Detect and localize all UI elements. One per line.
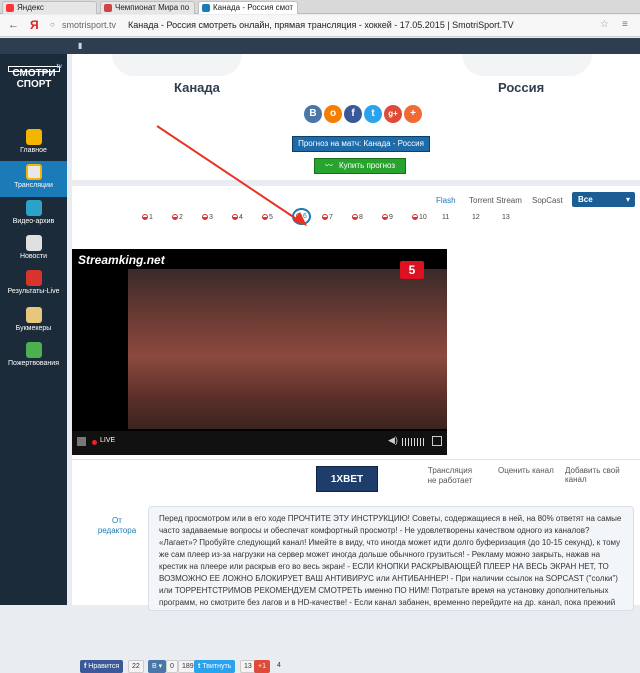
sidebar-item-main[interactable]: Главное (0, 126, 67, 162)
vk-count: 0 (166, 660, 178, 673)
arrow-head-icon (293, 212, 307, 226)
browser-tab-yandex[interactable]: Яндекс (2, 1, 97, 14)
newspaper-icon (25, 235, 42, 251)
back-arrow-icon[interactable]: ← (8, 19, 19, 31)
money-icon (25, 342, 42, 358)
yandex-icon (6, 4, 14, 12)
sidebar: СМОТРИ СПОРТ tv Главное Трансляции Видео… (0, 54, 67, 605)
lock-icon: ○ (50, 20, 55, 29)
star-icon[interactable]: ☆ (600, 19, 609, 30)
site-icon (202, 4, 210, 12)
browser-tab-active[interactable]: Канада - Россия смот (198, 1, 298, 14)
site-logo[interactable]: СМОТРИ СПОРТ tv (8, 62, 62, 102)
logo-suffix: tv (56, 64, 62, 70)
tweet-button[interactable]: t Твитнуть (194, 660, 236, 673)
browser-address-bar: ← Я ○ smotrisport.tv Канада - Россия смо… (0, 15, 640, 37)
sidebar-item-results-live[interactable]: Результаты-Live (0, 267, 67, 303)
bookmark-icon: ▮ (78, 41, 83, 50)
scoreboard-icon (25, 270, 42, 286)
gplus-button[interactable]: +1 (254, 660, 270, 673)
twitter-icon: t (198, 663, 201, 670)
sidebar-item-news[interactable]: Новости (0, 232, 67, 268)
notebook-icon (25, 307, 42, 323)
bookmarks-bar: ▮ (0, 38, 640, 54)
logo-text: СМОТРИ СПОРТ (12, 68, 56, 90)
sidebar-item-broadcasts[interactable]: Трансляции (0, 161, 67, 197)
film-icon (25, 200, 42, 216)
browser-tab-bar: Яндекс Чемпионат Мира по Канада - Россия… (0, 0, 640, 14)
address-domain[interactable]: smotrisport.tv (62, 20, 116, 30)
sidebar-item-bookmakers[interactable]: Букмекеры (0, 304, 67, 340)
browser-tab-championship[interactable]: Чемпионат Мира по (100, 1, 195, 14)
sidebar-item-donations[interactable]: Пожертвования (0, 339, 67, 375)
gplus-count-2: 4 (277, 662, 281, 669)
menu-icon[interactable]: ≡ (622, 19, 628, 30)
facebook-like-button[interactable]: f Нравится (80, 660, 124, 673)
facebook-icon: f (84, 663, 87, 670)
star-icon (25, 129, 42, 145)
yandex-logo-icon[interactable]: Я (30, 18, 39, 32)
arrow-shaft (156, 125, 302, 223)
sidebar-item-video-archive[interactable]: Видео-архив (0, 197, 67, 233)
main-content: Канада Россия В о f t g+ + Прогноз на ма… (67, 54, 640, 673)
like-count: 22 (128, 660, 144, 673)
tv-icon (25, 164, 42, 180)
address-title[interactable]: Канада - Россия смотреть онлайн, прямая … (128, 20, 514, 30)
site-icon (104, 4, 112, 12)
vk-like-button[interactable]: В ▾ (148, 660, 167, 673)
annotation-arrow (156, 125, 307, 226)
